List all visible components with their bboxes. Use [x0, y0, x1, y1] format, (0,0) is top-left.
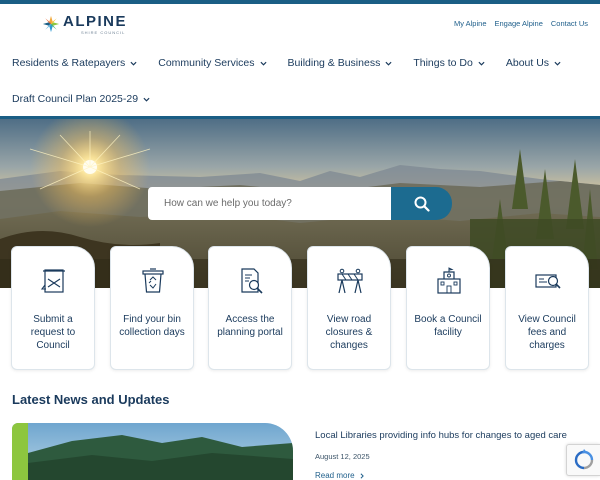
chevron-down-icon: [554, 61, 561, 66]
recycle-bin-icon: [142, 268, 164, 293]
utility-nav: My Alpine Engage Alpine Contact Us: [454, 19, 588, 28]
road-barrier-icon: [337, 268, 363, 294]
engage-alpine-link[interactable]: Engage Alpine: [495, 19, 543, 28]
planning-document-icon: [241, 268, 263, 294]
chevron-down-icon: [385, 61, 392, 66]
alpine-logo-icon: [42, 15, 60, 33]
logo-name: ALPINE: [63, 13, 128, 30]
read-more-link[interactable]: Read more: [315, 471, 365, 480]
nav-item-about[interactable]: About Us: [506, 57, 561, 69]
quick-links: Submit a request to Council Find your bi…: [11, 246, 591, 370]
my-alpine-link[interactable]: My Alpine: [454, 19, 487, 28]
news-section-heading: Latest News and Updates: [12, 392, 170, 407]
nav-item-things-to-do[interactable]: Things to Do: [413, 57, 485, 69]
search-button[interactable]: [391, 187, 452, 220]
quick-link-label: Book a Council facility: [414, 314, 482, 338]
quick-link-bin-collection[interactable]: Find your bin collection days: [110, 246, 194, 370]
read-more-label: Read more: [315, 471, 355, 480]
nav-item-community[interactable]: Community Services: [158, 57, 267, 69]
nav-item-label: Things to Do: [413, 57, 473, 69]
logo-subtitle: SHIRE COUNCIL: [81, 30, 126, 35]
quick-link-label: Submit a request to Council: [30, 314, 76, 351]
chevron-down-icon: [478, 61, 485, 66]
building-icon: [437, 267, 461, 294]
nav-item-label: Building & Business: [287, 57, 381, 69]
site-search: [148, 187, 452, 220]
chevron-down-icon: [259, 61, 267, 66]
news-item-image[interactable]: [12, 423, 293, 480]
nav-item-residents[interactable]: Residents & Ratepayers: [12, 57, 137, 69]
chevron-right-icon: [360, 472, 364, 479]
news-landscape-image: [12, 423, 293, 480]
quick-link-label: Access the planning portal: [217, 314, 283, 338]
nav-item-building[interactable]: Building & Business: [288, 57, 393, 69]
recaptcha-icon: [574, 449, 593, 470]
quick-link-road-closures[interactable]: View road closures & changes: [307, 246, 391, 370]
quick-link-planning-portal[interactable]: Access the planning portal: [208, 246, 292, 370]
site-logo[interactable]: ALPINE SHIRE COUNCIL: [42, 14, 127, 36]
news-item-date: August 12, 2025: [315, 452, 370, 461]
contact-us-link[interactable]: Contact Us: [551, 19, 588, 28]
main-nav: Residents & Ratepayers Community Service…: [0, 46, 600, 116]
nav-item-label: Residents & Ratepayers: [12, 57, 126, 69]
fees-card-icon: [535, 274, 561, 289]
recaptcha-badge[interactable]: [566, 444, 600, 476]
quick-link-label: View road closures & changes: [325, 314, 373, 351]
news-item-title[interactable]: Local Libraries providing info hubs for …: [315, 430, 567, 441]
quick-link-label: Find your bin collection days: [119, 314, 185, 338]
quick-link-book-facility[interactable]: Book a Council facility: [406, 246, 490, 370]
nav-item-label: Community Services: [158, 57, 255, 69]
chevron-down-icon: [130, 61, 137, 66]
site-header: ALPINE SHIRE COUNCIL My Alpine Engage Al…: [0, 4, 600, 46]
quick-link-label: View Council fees and charges: [518, 314, 576, 351]
chevron-down-icon: [143, 97, 150, 102]
nav-item-label: Draft Council Plan 2025-29: [12, 93, 139, 105]
quick-link-submit-request[interactable]: Submit a request to Council: [11, 246, 95, 370]
search-icon: [414, 196, 430, 212]
quick-link-fees-charges[interactable]: View Council fees and charges: [505, 246, 589, 370]
nav-item-council-plan[interactable]: Draft Council Plan 2025-29: [12, 93, 150, 105]
search-input[interactable]: [148, 187, 391, 220]
request-icon: [40, 269, 65, 293]
nav-item-label: About Us: [505, 57, 550, 69]
